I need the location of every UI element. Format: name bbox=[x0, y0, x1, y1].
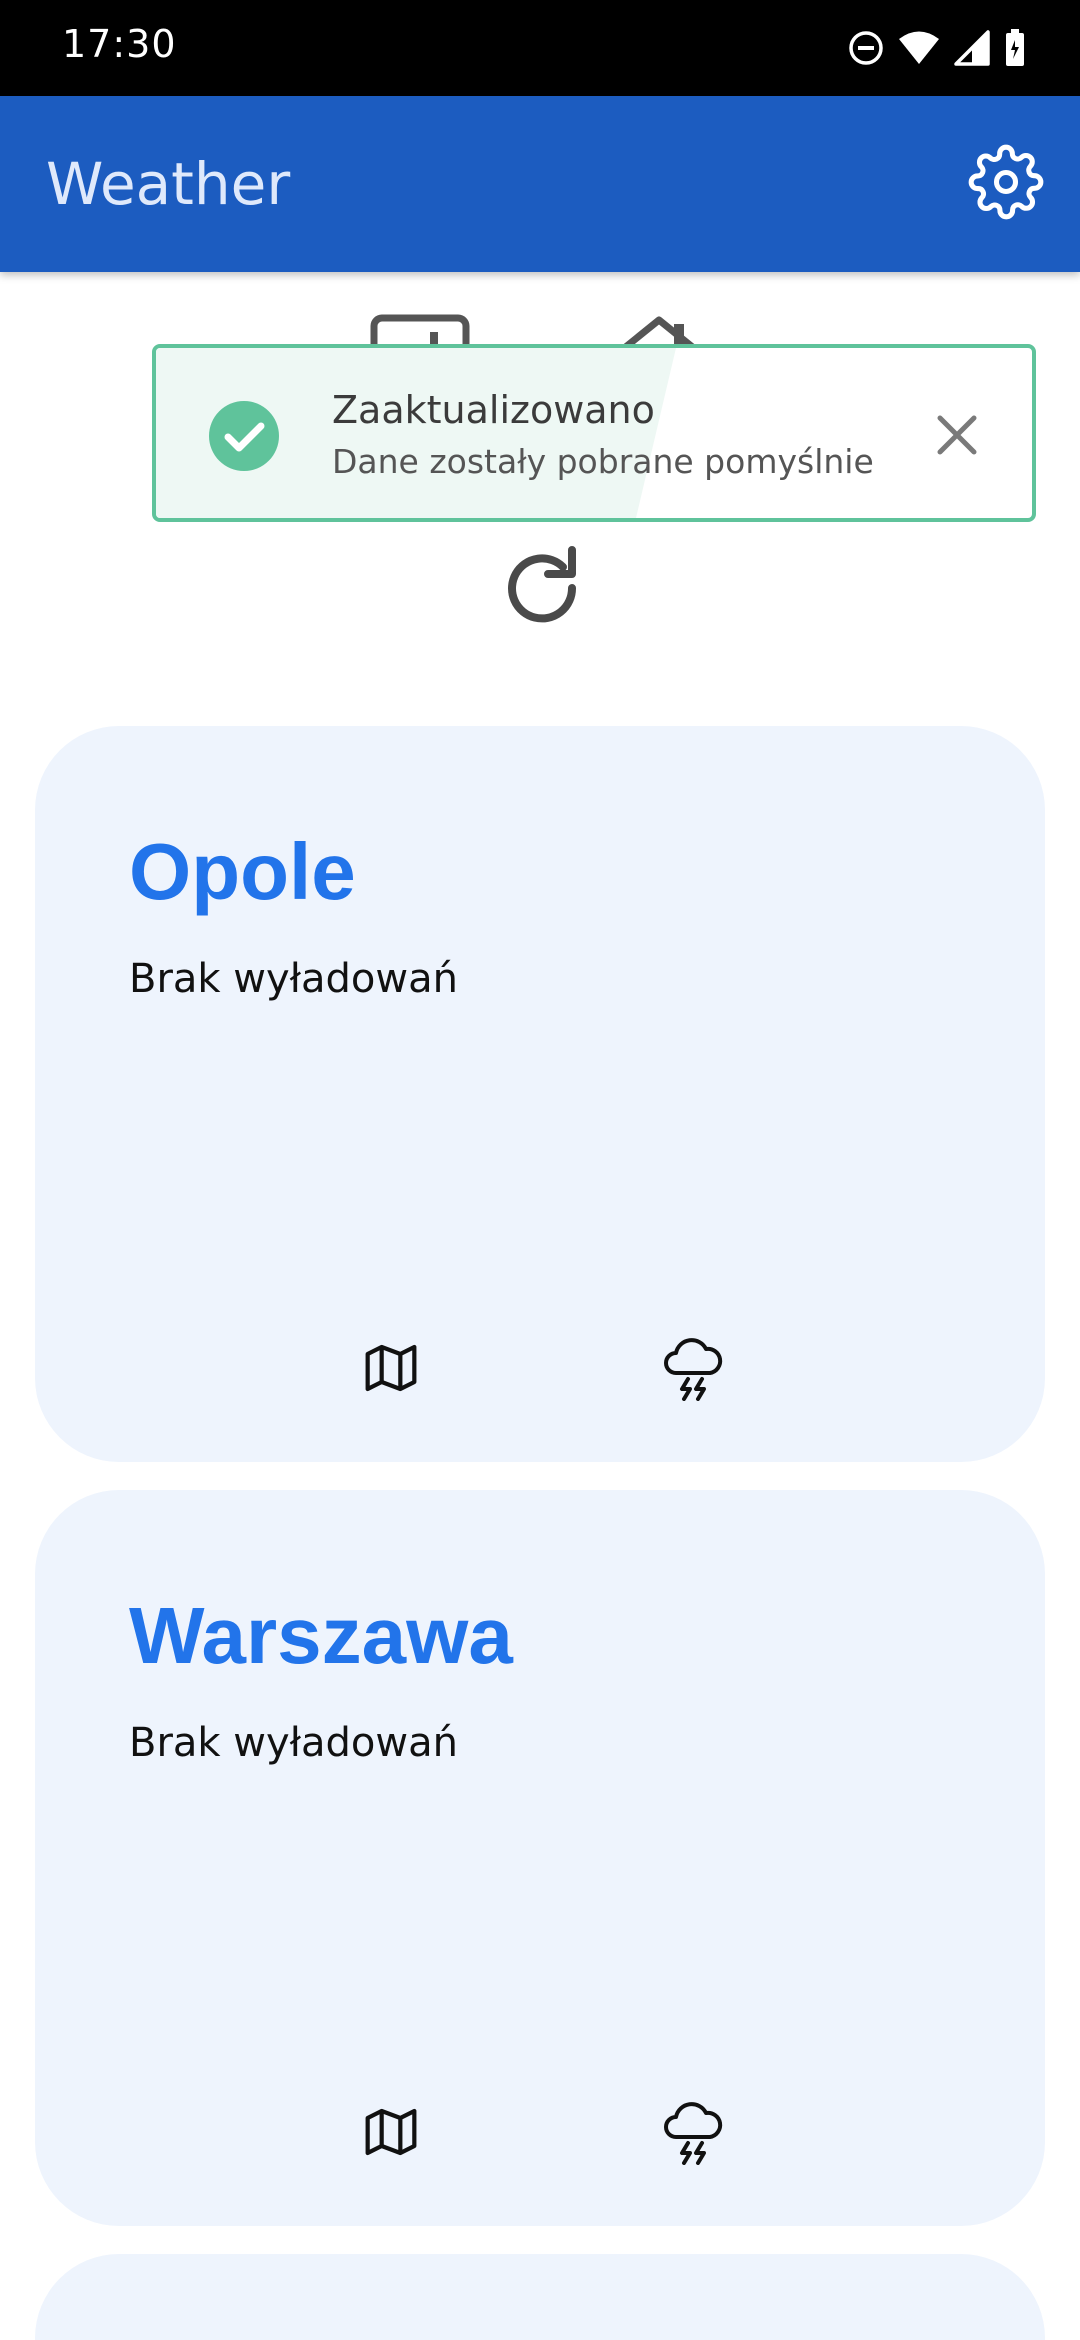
settings-button[interactable] bbox=[966, 144, 1046, 224]
wifi-icon bbox=[898, 30, 940, 66]
status-icons bbox=[848, 24, 1026, 72]
storm-button[interactable] bbox=[653, 2094, 733, 2174]
app-bar: Weather bbox=[0, 96, 1080, 272]
toast-message: Dane zostały pobrane pomyślnie bbox=[332, 442, 874, 481]
check-circle-icon bbox=[208, 400, 280, 472]
app-title: Weather bbox=[46, 150, 291, 218]
thunderstorm-icon bbox=[662, 1335, 724, 1406]
storm-button[interactable] bbox=[653, 1330, 733, 1410]
city-status: Brak wyładowań bbox=[129, 1720, 458, 1766]
city-status: Brak wyładowań bbox=[129, 956, 458, 1002]
city-name: Warszawa bbox=[129, 1591, 513, 1680]
thunderstorm-icon bbox=[662, 2099, 724, 2170]
map-button[interactable] bbox=[351, 1330, 431, 1410]
refresh-icon bbox=[494, 546, 590, 640]
refresh-button[interactable] bbox=[494, 540, 590, 636]
toast-close-button[interactable] bbox=[932, 410, 982, 460]
success-toast: Zaaktualizowano Dane zostały pobrane pom… bbox=[152, 344, 1036, 522]
cellular-signal-icon bbox=[954, 30, 990, 66]
battery-icon bbox=[1004, 28, 1026, 68]
close-icon bbox=[937, 415, 977, 455]
toast-tint bbox=[156, 348, 676, 518]
city-name: Opole bbox=[129, 827, 356, 916]
map-icon bbox=[363, 2104, 419, 2165]
map-icon bbox=[363, 1340, 419, 1401]
city-card[interactable]: Warszawa Brak wyładowań bbox=[35, 1490, 1045, 2226]
do-not-disturb-icon bbox=[848, 30, 884, 66]
toast-title: Zaaktualizowano bbox=[332, 388, 655, 432]
city-card[interactable] bbox=[35, 2254, 1045, 2340]
city-card[interactable]: Opole Brak wyładowań bbox=[35, 726, 1045, 1462]
map-button[interactable] bbox=[351, 2094, 431, 2174]
status-time: 17:30 bbox=[62, 22, 177, 66]
status-bar: 17:30 bbox=[0, 0, 1080, 96]
gear-icon bbox=[968, 144, 1044, 225]
